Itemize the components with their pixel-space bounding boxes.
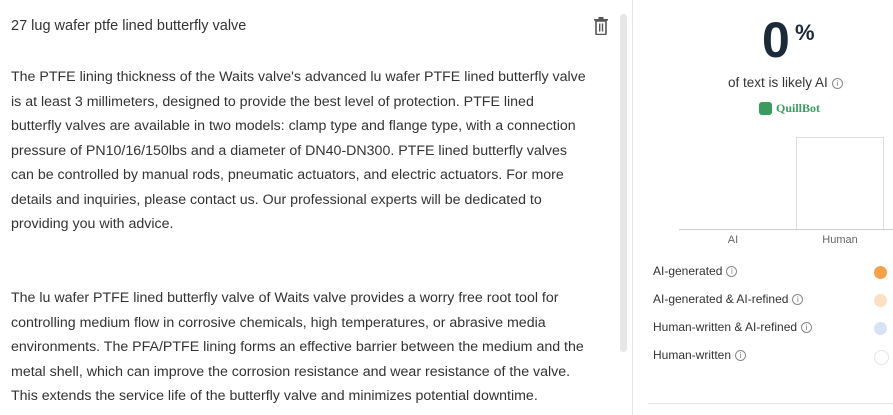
ai-score-unit: % bbox=[795, 20, 815, 45]
tick-label-human: Human bbox=[822, 234, 858, 246]
scrollbar[interactable] bbox=[620, 14, 627, 352]
panel-bottom-divider bbox=[648, 403, 893, 404]
legend-color-dot bbox=[874, 294, 887, 307]
legend: AI-generated i AI-generated & AI-refined i H… bbox=[653, 264, 893, 376]
legend-color-dot bbox=[874, 266, 887, 279]
ai-score-caption-text: of text is likely AI bbox=[728, 75, 828, 90]
legend-item: Human-written i bbox=[653, 348, 893, 376]
paragraph-2: The lu wafer PTFE lined butterfly valve … bbox=[11, 290, 584, 404]
ai-detector-panel: 0 % of text is likely AI i QuillBot AI Hum… bbox=[633, 0, 893, 415]
legend-color-dot bbox=[874, 322, 887, 335]
trash-icon[interactable] bbox=[593, 17, 609, 35]
chart-baseline bbox=[679, 229, 893, 230]
legend-label: Human-written & AI-refined bbox=[653, 320, 798, 334]
ai-score-value: 0 bbox=[762, 12, 790, 68]
brand-name: QuillBot bbox=[776, 101, 821, 115]
info-icon[interactable]: i bbox=[801, 322, 813, 333]
document-title: 27 lug wafer ptfe lined butterfly valve bbox=[11, 18, 247, 34]
brand-logo: QuillBot bbox=[759, 101, 820, 116]
info-icon[interactable]: i bbox=[792, 294, 804, 305]
tick-label-ai: AI bbox=[727, 234, 739, 246]
legend-color-dot bbox=[874, 350, 889, 365]
legend-item: AI-generated i bbox=[653, 264, 893, 292]
info-icon[interactable]: i bbox=[735, 350, 747, 361]
legend-item: Human-written & AI-refined i bbox=[653, 320, 893, 348]
paragraph-1: The PTFE lining thickness of the Waits v… bbox=[11, 69, 586, 232]
legend-label: AI-generated bbox=[653, 264, 723, 278]
legend-item: AI-generated & AI-refined i bbox=[653, 292, 893, 320]
info-icon[interactable]: i bbox=[831, 78, 843, 89]
quillbot-icon bbox=[759, 102, 772, 115]
info-icon[interactable]: i bbox=[726, 266, 738, 277]
bar-human bbox=[796, 137, 884, 229]
text-editor[interactable]: 27 lug wafer ptfe lined butterfly valve … bbox=[0, 0, 622, 415]
ai-score-caption: of text is likely AI i bbox=[728, 75, 843, 90]
legend-label: AI-generated & AI-refined bbox=[653, 292, 789, 306]
score-bar-chart: AI Human bbox=[679, 131, 893, 246]
legend-label: Human-written bbox=[653, 348, 732, 362]
